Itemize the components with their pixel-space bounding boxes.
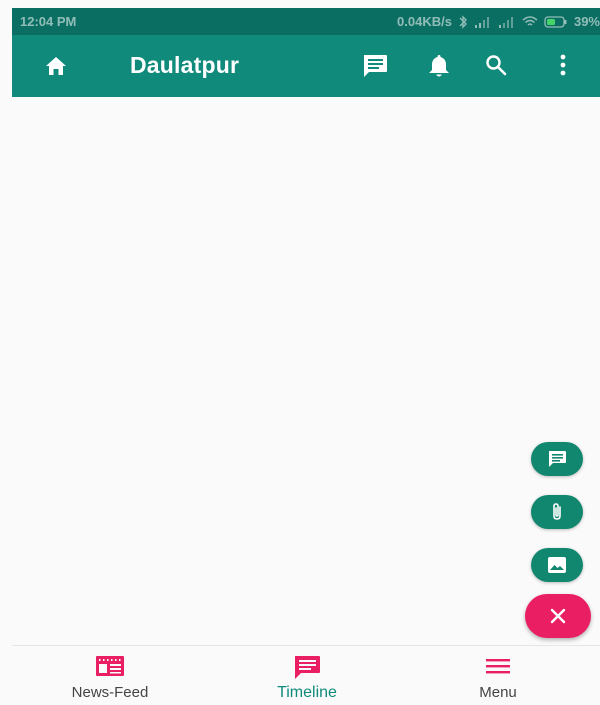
newsfeed-icon xyxy=(96,656,124,676)
home-icon[interactable] xyxy=(44,54,68,78)
signal-icon-2 xyxy=(498,16,513,28)
battery-icon xyxy=(544,15,567,28)
page-title: Daulatpur xyxy=(130,52,240,78)
nav-item-news-feed[interactable]: News-Feed xyxy=(30,654,190,701)
signal-icon xyxy=(474,16,489,28)
more-vert-icon[interactable] xyxy=(558,53,568,77)
app-bar: Daulatpur xyxy=(12,35,600,97)
fab-message-button[interactable] xyxy=(531,442,583,476)
net-speed: 0.04KB/s xyxy=(397,14,452,29)
bottom-nav: News-Feed Timeline Menu xyxy=(12,645,600,705)
menu-icon xyxy=(486,659,510,674)
wifi-icon xyxy=(522,15,538,26)
status-time: 12:04 PM xyxy=(20,14,77,29)
bluetooth-icon xyxy=(459,14,467,29)
fab-image-button[interactable] xyxy=(531,548,583,582)
fab-close-button[interactable] xyxy=(525,594,591,638)
close-icon xyxy=(550,608,566,624)
image-icon xyxy=(548,557,566,573)
battery-level: 39% xyxy=(573,14,600,29)
message-icon xyxy=(295,656,320,679)
search-icon[interactable] xyxy=(484,53,508,77)
nav-label-news-feed: News-Feed xyxy=(71,684,149,701)
nav-label-menu: Menu xyxy=(479,684,517,701)
message-icon xyxy=(549,451,566,467)
fab-attach-button[interactable] xyxy=(531,495,583,529)
status-icons: 0.04KB/s 39% xyxy=(397,14,600,29)
nav-label-timeline: Timeline xyxy=(277,684,337,701)
timeline-content xyxy=(12,97,600,645)
status-bar: 12:04 PM 0.04KB/s 39% xyxy=(12,8,600,35)
nav-item-timeline[interactable]: Timeline xyxy=(227,654,387,702)
bell-icon[interactable] xyxy=(427,53,451,79)
nav-item-menu[interactable]: Menu xyxy=(418,654,578,701)
attach-icon xyxy=(553,503,561,520)
message-icon[interactable] xyxy=(361,53,389,79)
